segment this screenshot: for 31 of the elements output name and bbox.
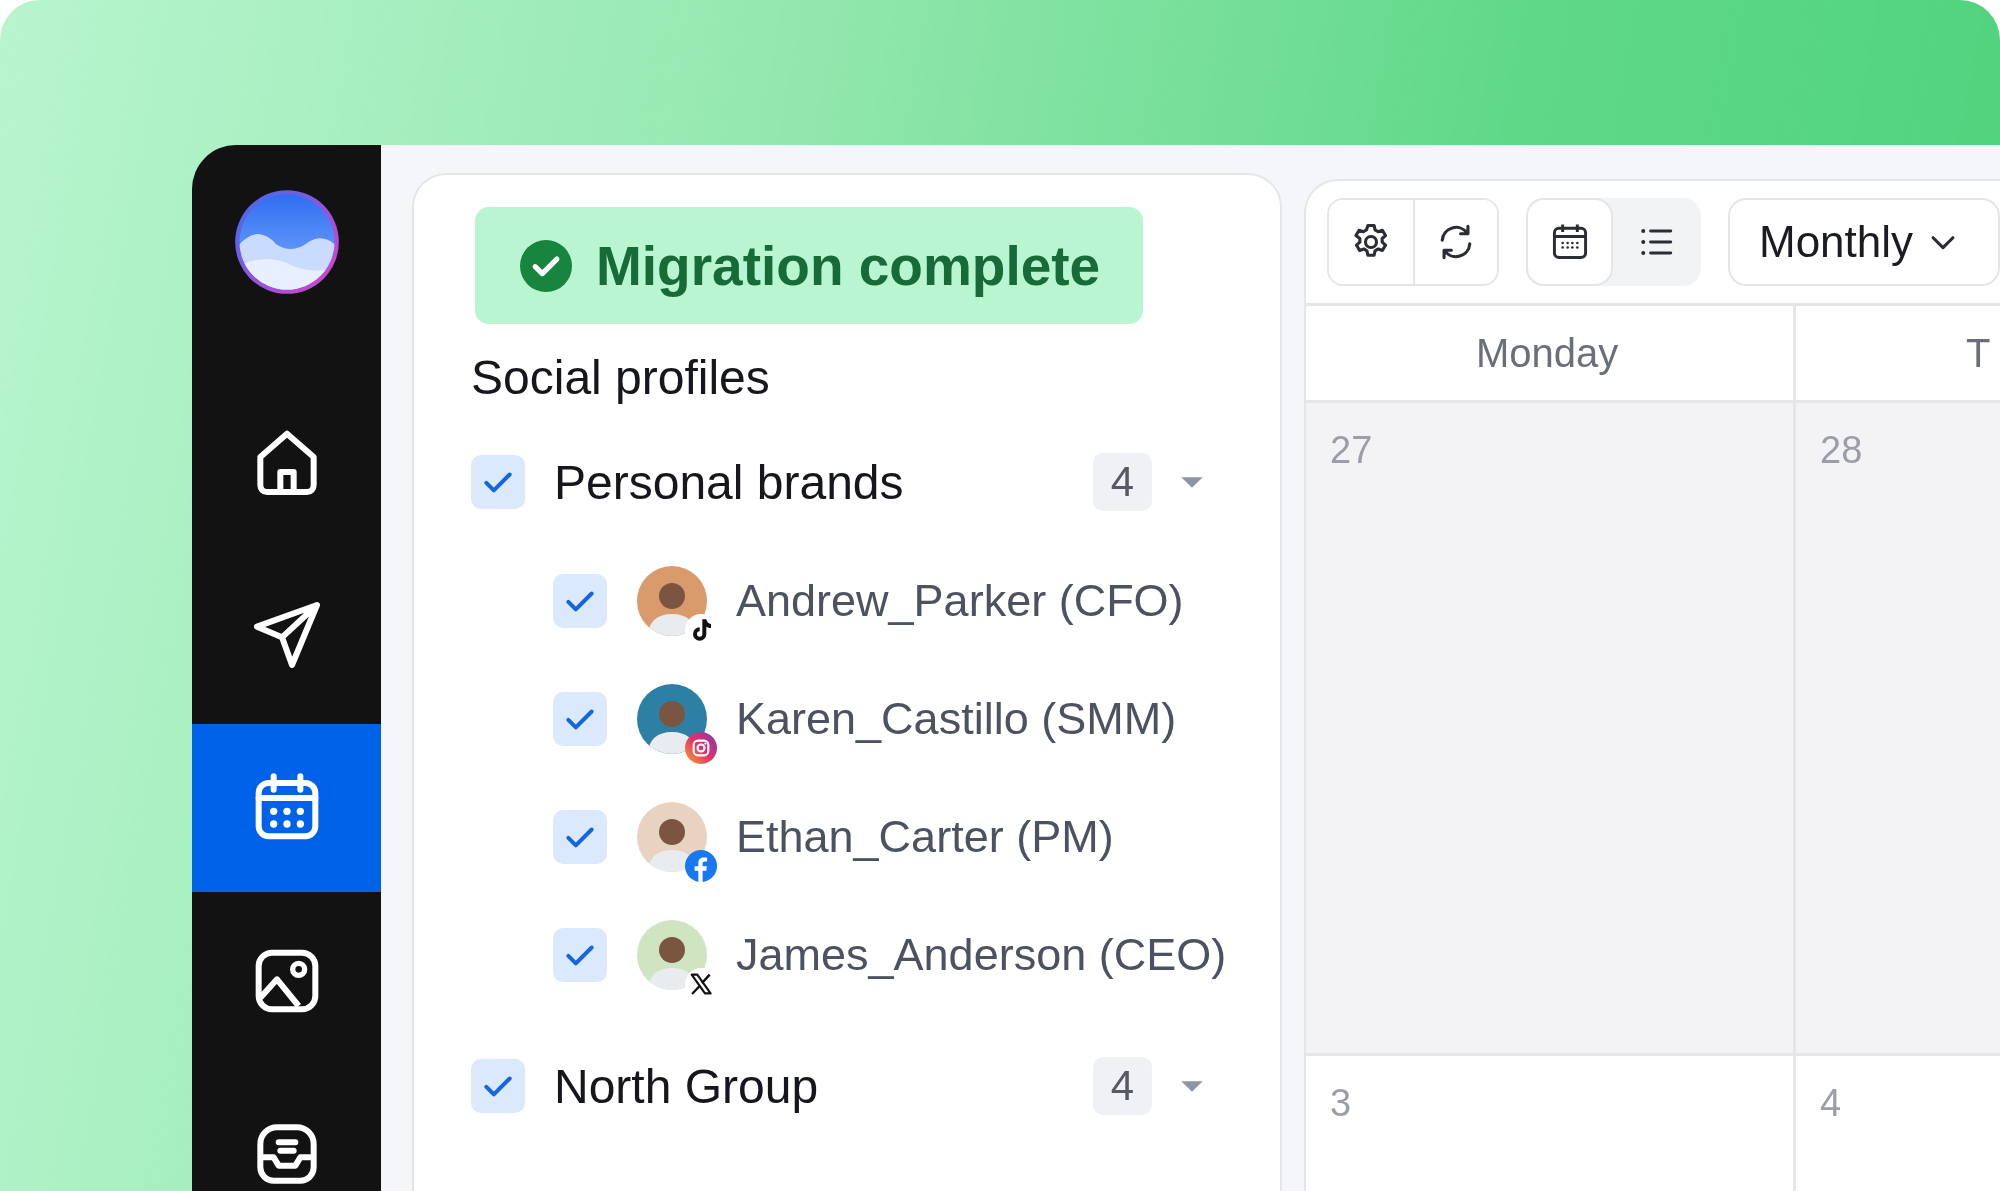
logo-icon[interactable]: [232, 188, 341, 296]
camera-badge-icon: [685, 732, 717, 764]
checkbox[interactable]: [471, 455, 525, 509]
profile-name: Ethan_Carter (PM): [736, 811, 1114, 863]
checkbox[interactable]: [471, 1059, 525, 1113]
profile-name: James_Anderson (CEO): [736, 929, 1227, 981]
refresh-button[interactable]: [1413, 200, 1497, 284]
checkbox[interactable]: [553, 928, 607, 982]
day-number: 4: [1820, 1082, 1842, 1124]
caret-icon[interactable]: [1179, 474, 1205, 490]
day-number: 28: [1820, 429, 1863, 471]
count-badge: 4: [1093, 1057, 1152, 1115]
weekday-header: Monday: [1476, 330, 1619, 376]
range-dropdown[interactable]: Monthly: [1728, 198, 2000, 286]
calendar-view-tab[interactable]: [1526, 198, 1613, 286]
group-name: Personal brands: [554, 454, 905, 510]
count-badge: 4: [1093, 453, 1152, 511]
checkbox[interactable]: [553, 810, 607, 864]
banner-text: Migration complete: [596, 233, 1101, 298]
social-badge-icon: [685, 850, 717, 882]
check-circle-icon: [520, 239, 572, 292]
profile-name: Andrew_Parker (CFO): [736, 575, 1184, 627]
caret-icon[interactable]: [1179, 1078, 1205, 1094]
day-number: 27: [1330, 429, 1373, 471]
checkbox[interactable]: [553, 692, 607, 746]
section-title: Social profiles: [471, 350, 771, 406]
day-number: 3: [1330, 1082, 1352, 1124]
group-name: North Group: [554, 1058, 820, 1114]
weekday-header: T: [1966, 330, 1991, 376]
profile-name: Karen_Castillo (SMM): [736, 693, 1177, 745]
checkbox[interactable]: [553, 574, 607, 628]
